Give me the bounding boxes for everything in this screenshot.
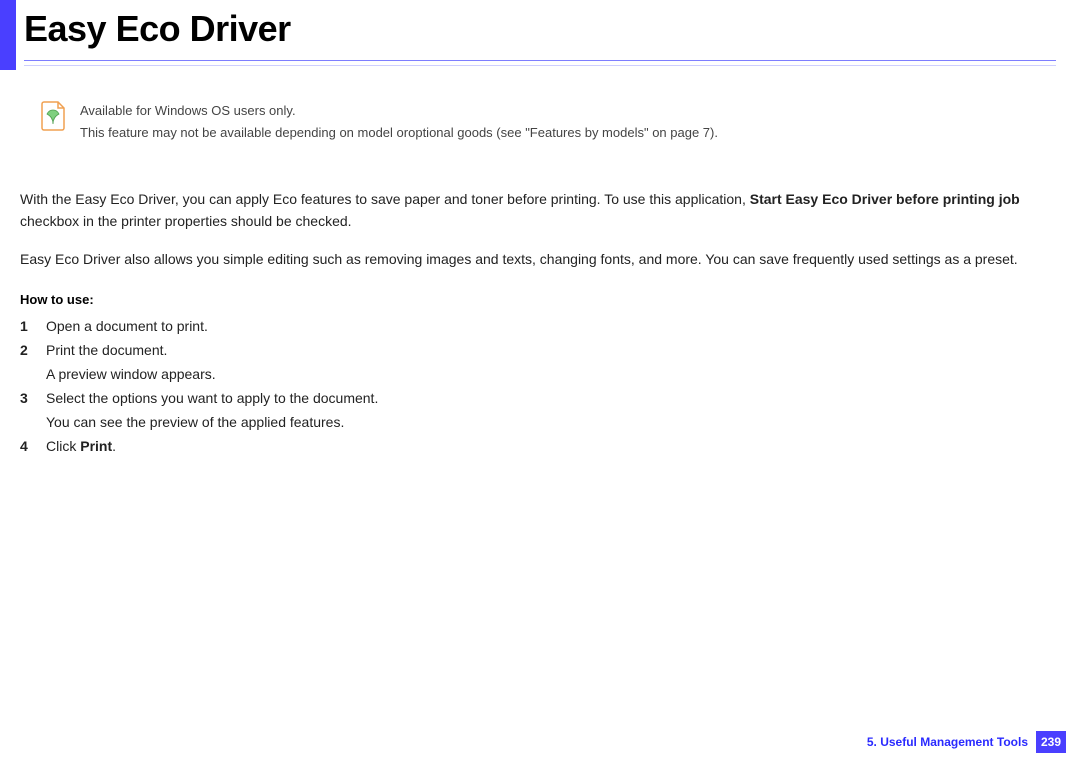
step-number: 2 xyxy=(20,338,46,362)
howto-heading: How to use: xyxy=(20,292,94,307)
body-bold-option: Start Easy Eco Driver before printing jo… xyxy=(750,191,1020,207)
step-3: 3 Select the options you want to apply t… xyxy=(20,386,1056,410)
page-footer: 5. Useful Management Tools 239 xyxy=(867,731,1066,753)
step-text: Click Print. xyxy=(46,434,116,458)
note-line-2: This feature may not be available depend… xyxy=(80,122,718,144)
step-3-sub: You can see the preview of the applied f… xyxy=(20,410,1056,434)
note-block: Available for Windows OS users only. Thi… xyxy=(40,100,1040,144)
body-paragraph-1: With the Easy Eco Driver, you can apply … xyxy=(20,188,1056,232)
step-2-sub: A preview window appears. xyxy=(20,362,1056,386)
steps-list: 1 Open a document to print. 2 Print the … xyxy=(20,314,1056,458)
step-4: 4 Click Print. xyxy=(20,434,1056,458)
header-accent-bar xyxy=(0,0,16,70)
step-number: 3 xyxy=(20,386,46,410)
step-text: Open a document to print. xyxy=(46,314,208,338)
note-text: Available for Windows OS users only. Thi… xyxy=(80,100,718,144)
footer-page-number: 239 xyxy=(1036,731,1066,753)
manual-page: Easy Eco Driver Available for Windows OS… xyxy=(0,0,1080,763)
note-icon xyxy=(40,100,66,132)
step-2: 2 Print the document. xyxy=(20,338,1056,362)
print-bold: Print xyxy=(80,438,112,454)
body-paragraph-2: Easy Eco Driver also allows you simple e… xyxy=(20,248,1056,270)
step-text: Print the document. xyxy=(46,338,167,362)
footer-chapter: 5. Useful Management Tools xyxy=(867,735,1028,749)
header-rule xyxy=(24,60,1056,66)
note-line-1: Available for Windows OS users only. xyxy=(80,100,718,122)
step-1: 1 Open a document to print. xyxy=(20,314,1056,338)
step-text: Select the options you want to apply to … xyxy=(46,386,378,410)
page-title: Easy Eco Driver xyxy=(24,8,291,50)
step-number: 1 xyxy=(20,314,46,338)
step-number: 4 xyxy=(20,434,46,458)
